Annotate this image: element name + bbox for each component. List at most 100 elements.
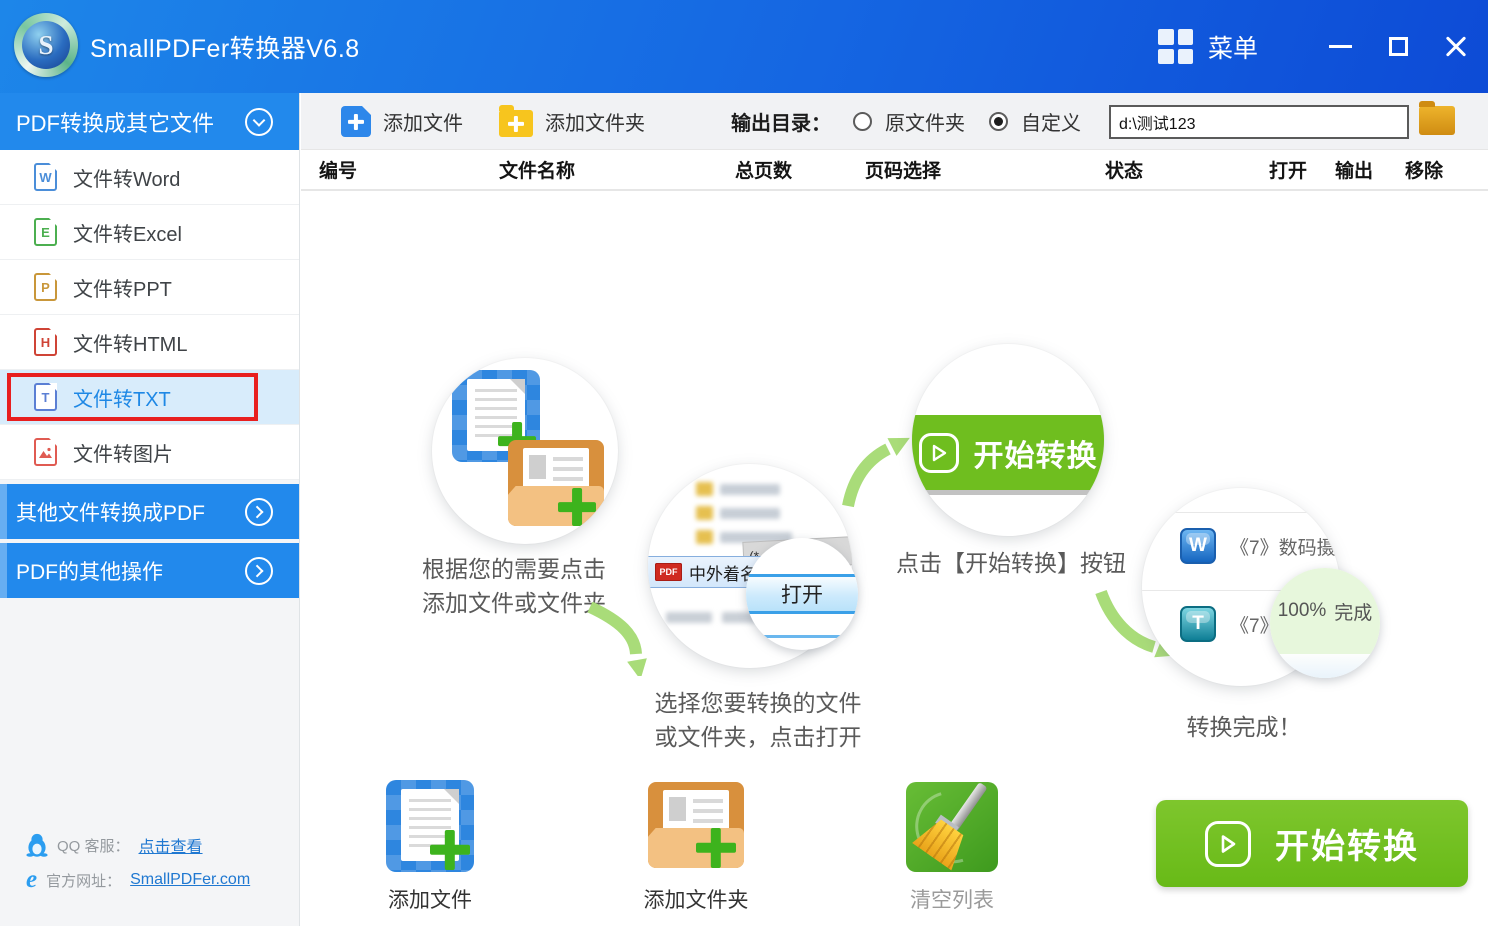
sidebar-item-label: 文件转HTML <box>73 328 187 357</box>
green-arrow-up-right-icon <box>834 434 910 512</box>
tutorial-step2-caption: 选择您要转换的文件 或文件夹，点击打开 <box>630 686 886 754</box>
add-file-big-label[interactable]: 添加文件 <box>384 884 476 914</box>
excel-file-icon: E <box>34 218 57 246</box>
radio-custom-label[interactable]: 自定义 <box>1021 93 1081 150</box>
tutorial-open-button-circle: 打开 <box>746 538 858 650</box>
play-icon <box>1205 821 1251 867</box>
radio-custom[interactable] <box>989 112 1008 131</box>
ppt-file-icon: P <box>34 273 57 301</box>
sidebar-item-label: 文件转Word <box>73 163 180 192</box>
menu-button[interactable]: 菜单 <box>1208 0 1258 93</box>
word-file-icon: W <box>34 163 57 191</box>
sidebar-item-label: 文件转Excel <box>73 218 182 247</box>
titlebar: S SmallPDFer转换器V6.8 菜单 <box>0 0 1488 93</box>
tutorial-progress-circle: 100%完成 <box>1270 568 1380 678</box>
app-window: S SmallPDFer转换器V6.8 菜单 PDF转换成其它文件 W 文件转W… <box>0 0 1488 926</box>
add-folder-icon <box>499 110 533 137</box>
progress-complete-badge: 100%完成 <box>1270 568 1380 654</box>
word-result-name: 《7》数码摄 <box>1230 533 1336 560</box>
output-path-input[interactable] <box>1109 105 1409 139</box>
clear-list-label[interactable]: 清空列表 <box>904 884 1000 914</box>
column-header-remove: 移除 <box>1405 150 1443 189</box>
app-logo-icon: S <box>14 13 78 77</box>
sidebar-item-pdf-to-txt[interactable]: T 文件转TXT <box>0 370 299 425</box>
pdf-badge-icon: PDF <box>655 563 682 581</box>
html-file-icon: H <box>34 328 57 356</box>
column-header-status: 状态 <box>1105 150 1143 189</box>
tutorial-step3-caption: 点击【开始转换】按钮 <box>866 546 1156 580</box>
clear-list-button[interactable] <box>906 782 998 872</box>
maximize-button[interactable] <box>1376 0 1420 93</box>
sidebar-section-label: PDF转换成其它文件 <box>16 106 214 138</box>
qq-support-row: QQ 客服： 点击查看 <box>26 833 203 857</box>
qq-support-link[interactable]: 点击查看 <box>139 833 203 857</box>
column-header-open: 打开 <box>1269 150 1307 189</box>
tutorial-step4-caption: 转换完成！ <box>1149 710 1339 744</box>
close-button[interactable] <box>1434 0 1478 93</box>
column-header-range: 页码选择 <box>865 150 941 189</box>
tutorial-step1-circle <box>432 358 618 544</box>
radio-original-folder-label[interactable]: 原文件夹 <box>885 93 965 150</box>
column-header-name: 文件名称 <box>499 150 575 189</box>
txt-result-icon: T <box>1180 606 1216 642</box>
menu-grid-icon[interactable] <box>1158 29 1193 64</box>
minimize-button[interactable] <box>1318 0 1362 93</box>
txt-file-icon: T <box>34 383 57 411</box>
chevron-right-icon <box>245 498 273 526</box>
open-button-image: 打开 <box>746 574 858 614</box>
qq-penguin-icon <box>26 833 48 857</box>
minimize-icon <box>1329 45 1352 48</box>
maximize-icon <box>1389 37 1408 56</box>
converted-word-row: W 《7》数码摄 <box>1180 528 1336 564</box>
add-folder-big-button[interactable] <box>648 782 744 868</box>
sidebar-section-pdf-other-ops[interactable]: PDF的其他操作 <box>0 543 299 598</box>
official-site-label: 官方网址： <box>46 870 121 891</box>
add-folder-button[interactable]: 添加文件夹 <box>499 93 645 150</box>
sidebar-section-label: PDF的其他操作 <box>16 556 163 586</box>
sidebar-section-pdf-to-other[interactable]: PDF转换成其它文件 <box>0 93 299 150</box>
sidebar-item-label: 文件转图片 <box>73 438 173 467</box>
tutorial-add-folder-icon <box>508 440 604 526</box>
play-icon <box>919 433 959 473</box>
file-list-header: 编号 文件名称 总页数 页码选择 状态 打开 输出 移除 <box>301 150 1488 191</box>
add-file-button[interactable]: 添加文件 <box>341 93 463 150</box>
word-result-icon: W <box>1180 528 1216 564</box>
tutorial-step3-circle: 开始转换 <box>912 344 1104 536</box>
sidebar-item-pdf-to-image[interactable]: 文件转图片 <box>0 425 299 480</box>
start-convert-button[interactable]: 开始转换 <box>1156 800 1468 887</box>
sidebar-item-pdf-to-ppt[interactable]: P 文件转PPT <box>0 260 299 315</box>
green-arrow-down-right-icon <box>582 602 654 676</box>
sidebar-section-other-to-pdf[interactable]: 其他文件转换成PDF <box>0 484 299 539</box>
sidebar-item-label: 文件转PPT <box>73 273 172 302</box>
sidebar-section-label: 其他文件转换成PDF <box>16 497 205 527</box>
official-site-link[interactable]: SmallPDFer.com <box>130 871 250 889</box>
ie-browser-icon: e <box>26 869 37 891</box>
logo-letter: S <box>38 30 53 61</box>
add-file-icon <box>341 106 371 137</box>
sidebar-item-pdf-to-html[interactable]: H 文件转HTML <box>0 315 299 370</box>
start-convert-button-image: 开始转换 <box>912 415 1104 490</box>
sidebar: PDF转换成其它文件 W 文件转Word E 文件转Excel P 文件转PPT… <box>0 93 300 926</box>
radio-original-folder[interactable] <box>853 112 872 131</box>
column-header-index: 编号 <box>319 150 357 189</box>
close-icon <box>1444 35 1468 59</box>
chevron-down-icon <box>245 108 273 136</box>
official-site-row: e 官方网址： SmallPDFer.com <box>26 869 250 891</box>
add-file-label: 添加文件 <box>383 107 463 136</box>
sidebar-item-pdf-to-excel[interactable]: E 文件转Excel <box>0 205 299 260</box>
add-folder-big-label[interactable]: 添加文件夹 <box>638 884 754 914</box>
column-header-pages: 总页数 <box>735 150 792 189</box>
window-title: SmallPDFer转换器V6.8 <box>90 0 360 93</box>
output-dir-label: 输出目录： <box>731 93 831 150</box>
column-header-output: 输出 <box>1335 150 1373 189</box>
sidebar-item-pdf-to-word[interactable]: W 文件转Word <box>0 150 299 205</box>
sidebar-item-label: 文件转TXT <box>73 383 171 412</box>
qq-support-label: QQ 客服： <box>57 835 130 856</box>
chevron-right-icon <box>245 557 273 585</box>
toolbar: 添加文件 添加文件夹 输出目录： 原文件夹 自定义 <box>301 93 1488 150</box>
add-file-big-button[interactable] <box>386 780 474 872</box>
image-file-icon <box>34 438 57 466</box>
browse-folder-icon[interactable] <box>1419 106 1455 135</box>
start-convert-label: 开始转换 <box>1275 819 1419 868</box>
add-folder-label: 添加文件夹 <box>545 107 645 136</box>
